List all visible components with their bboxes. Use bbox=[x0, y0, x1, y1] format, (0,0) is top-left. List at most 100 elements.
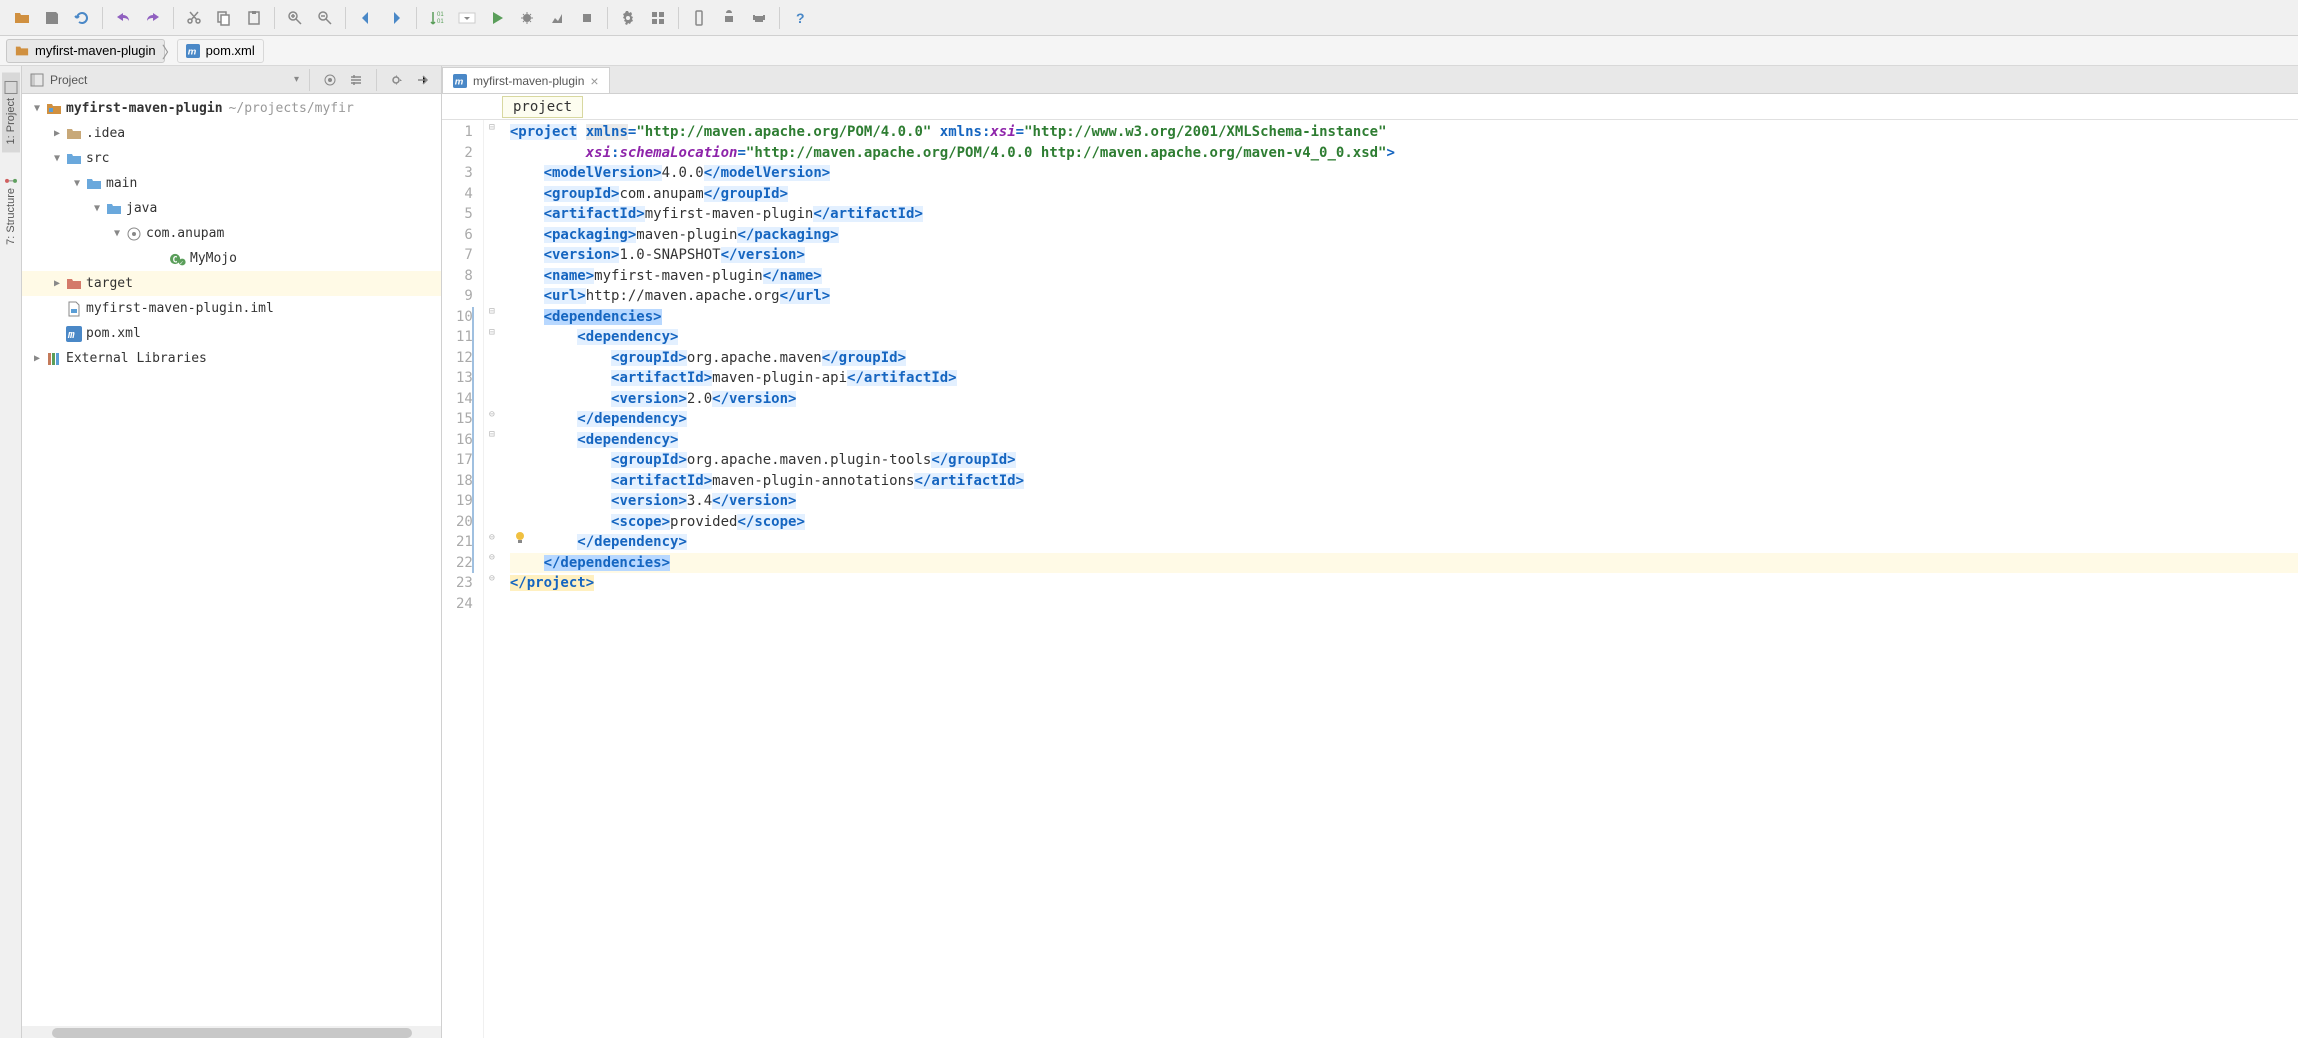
tab-structure[interactable]: 7: Structure bbox=[2, 162, 20, 253]
paste-icon[interactable] bbox=[240, 4, 268, 32]
code-line-14[interactable]: <version>2.0</version> bbox=[510, 389, 2298, 410]
code-line-13[interactable]: <artifactId>maven-plugin-api</artifactId… bbox=[510, 368, 2298, 389]
code-line-20[interactable]: <scope>provided</scope> bbox=[510, 512, 2298, 533]
breadcrumb-file[interactable]: m pom.xml bbox=[177, 39, 264, 63]
tree-node-src[interactable]: ▼src bbox=[22, 146, 441, 171]
fold-marker[interactable]: ⊖ bbox=[486, 553, 498, 565]
code-editor[interactable]: 123456789101112131415161718192021222324 … bbox=[442, 120, 2298, 1038]
zoom-out-icon[interactable] bbox=[311, 4, 339, 32]
project-tree[interactable]: ▼myfirst-maven-plugin~/projects/myfir▶.i… bbox=[22, 94, 441, 1026]
avd-icon[interactable] bbox=[745, 4, 773, 32]
tree-node-myfirst-maven-plugin[interactable]: ▼myfirst-maven-plugin~/projects/myfir bbox=[22, 96, 441, 121]
refresh-icon[interactable] bbox=[68, 4, 96, 32]
folder-excluded-icon bbox=[66, 276, 82, 292]
tree-toggle-icon[interactable]: ▶ bbox=[50, 278, 64, 289]
fold-marker[interactable]: ⊟ bbox=[486, 430, 498, 442]
android-icon[interactable] bbox=[715, 4, 743, 32]
code-line-18[interactable]: <artifactId>maven-plugin-annotations</ar… bbox=[510, 471, 2298, 492]
help-icon[interactable]: ? bbox=[786, 4, 814, 32]
editor-area: m myfirst-maven-plugin × project 1234567… bbox=[442, 66, 2298, 1038]
settings-gear-icon[interactable] bbox=[387, 70, 407, 90]
tree-node-main[interactable]: ▼main bbox=[22, 171, 441, 196]
dropdown-icon[interactable]: ▾ bbox=[294, 74, 299, 85]
code-line-10[interactable]: <dependencies> bbox=[510, 307, 2298, 328]
code-line-3[interactable]: <modelVersion>4.0.0</modelVersion> bbox=[510, 163, 2298, 184]
horizontal-scrollbar[interactable] bbox=[52, 1028, 412, 1038]
code-line-6[interactable]: <packaging>maven-plugin</packaging> bbox=[510, 225, 2298, 246]
code-line-9[interactable]: <url>http://maven.apache.org</url> bbox=[510, 286, 2298, 307]
run-icon[interactable] bbox=[483, 4, 511, 32]
project-structure-icon[interactable] bbox=[644, 4, 672, 32]
code-line-4[interactable]: <groupId>com.anupam</groupId> bbox=[510, 184, 2298, 205]
tree-node-pom-xml[interactable]: mpom.xml bbox=[22, 321, 441, 346]
zoom-in-icon[interactable] bbox=[281, 4, 309, 32]
code-line-22[interactable]: </dependencies> bbox=[510, 553, 2298, 574]
tree-node-myfirst-maven-plugin-iml[interactable]: myfirst-maven-plugin.iml bbox=[22, 296, 441, 321]
code-line-19[interactable]: <version>3.4</version> bbox=[510, 491, 2298, 512]
tab-project[interactable]: 1: Project bbox=[2, 72, 20, 152]
fold-marker[interactable]: ⊟ bbox=[486, 307, 498, 319]
tree-toggle-icon[interactable]: ▼ bbox=[30, 103, 44, 114]
code-line-15[interactable]: </dependency> bbox=[510, 409, 2298, 430]
code-line-23[interactable]: </project> bbox=[510, 573, 2298, 594]
scroll-to-source-icon[interactable] bbox=[320, 70, 340, 90]
fold-marker[interactable]: ⊖ bbox=[486, 532, 498, 544]
code-line-2[interactable]: xsi:schemaLocation="http://maven.apache.… bbox=[510, 143, 2298, 164]
tree-node-java[interactable]: ▼java bbox=[22, 196, 441, 221]
fold-gutter[interactable]: ⊟ ⊟ ⊟ ⊖ ⊟ ⊖ ⊖ ⊖ bbox=[484, 120, 502, 1038]
stop-icon[interactable] bbox=[573, 4, 601, 32]
fold-marker[interactable]: ⊖ bbox=[486, 573, 498, 585]
debug-icon[interactable] bbox=[513, 4, 541, 32]
fold-marker[interactable]: ⊖ bbox=[486, 409, 498, 421]
tree-node-target[interactable]: ▶target bbox=[22, 271, 441, 296]
tree-label: External Libraries bbox=[66, 351, 207, 366]
tree-toggle-icon[interactable]: ▼ bbox=[110, 228, 124, 239]
forward-icon[interactable] bbox=[382, 4, 410, 32]
undo-icon[interactable] bbox=[109, 4, 137, 32]
code-line-1[interactable]: <project xmlns="http://maven.apache.org/… bbox=[510, 122, 2298, 143]
tree-toggle-icon[interactable]: ▼ bbox=[90, 203, 104, 214]
cut-icon[interactable] bbox=[180, 4, 208, 32]
code-line-8[interactable]: <name>myfirst-maven-plugin</name> bbox=[510, 266, 2298, 287]
close-icon[interactable]: × bbox=[590, 73, 598, 89]
sort-icon[interactable]: 0101 bbox=[423, 4, 451, 32]
redo-icon[interactable] bbox=[139, 4, 167, 32]
tree-toggle-icon[interactable]: ▶ bbox=[50, 128, 64, 139]
tree-toggle-icon[interactable]: ▶ bbox=[30, 353, 44, 364]
fold-marker[interactable]: ⊟ bbox=[486, 122, 498, 134]
xml-breadcrumb-item[interactable]: project bbox=[502, 96, 583, 118]
code-line-21[interactable]: </dependency> bbox=[510, 532, 2298, 553]
settings-icon[interactable] bbox=[614, 4, 642, 32]
code-line-16[interactable]: <dependency> bbox=[510, 430, 2298, 451]
tree-node-external-libraries[interactable]: ▶ External Libraries bbox=[22, 346, 441, 371]
hide-icon[interactable] bbox=[413, 70, 433, 90]
code-line-17[interactable]: <groupId>org.apache.maven.plugin-tools</… bbox=[510, 450, 2298, 471]
breadcrumb-project[interactable]: myfirst-maven-plugin bbox=[6, 39, 165, 63]
save-icon[interactable] bbox=[38, 4, 66, 32]
tree-toggle-icon[interactable]: ▼ bbox=[50, 153, 64, 164]
folder-source-icon bbox=[86, 176, 102, 192]
coverage-icon[interactable] bbox=[543, 4, 571, 32]
tree-node-com-anupam[interactable]: ▼com.anupam bbox=[22, 221, 441, 246]
copy-icon[interactable] bbox=[210, 4, 238, 32]
collapse-all-icon[interactable] bbox=[346, 70, 366, 90]
device-icon[interactable] bbox=[685, 4, 713, 32]
line-number-gutter: 123456789101112131415161718192021222324 bbox=[442, 120, 484, 1038]
tree-toggle-icon[interactable]: ▼ bbox=[70, 178, 84, 189]
tree-node--idea[interactable]: ▶.idea bbox=[22, 121, 441, 146]
back-icon[interactable] bbox=[352, 4, 380, 32]
editor-tab-pom[interactable]: m myfirst-maven-plugin × bbox=[442, 67, 610, 93]
tree-node-mymojo[interactable]: C✓MyMojo bbox=[22, 246, 441, 271]
svg-text:m: m bbox=[455, 76, 464, 87]
fold-marker[interactable]: ⊟ bbox=[486, 327, 498, 339]
open-icon[interactable] bbox=[8, 4, 36, 32]
code-body[interactable]: <project xmlns="http://maven.apache.org/… bbox=[502, 120, 2298, 1038]
code-line-24[interactable] bbox=[510, 594, 2298, 615]
tree-label: pom.xml bbox=[86, 326, 141, 341]
code-line-12[interactable]: <groupId>org.apache.maven</groupId> bbox=[510, 348, 2298, 369]
code-line-7[interactable]: <version>1.0-SNAPSHOT</version> bbox=[510, 245, 2298, 266]
code-line-5[interactable]: <artifactId>myfirst-maven-plugin</artifa… bbox=[510, 204, 2298, 225]
code-line-11[interactable]: <dependency> bbox=[510, 327, 2298, 348]
run-config-dropdown[interactable] bbox=[453, 4, 481, 32]
folder-icon bbox=[66, 126, 82, 142]
